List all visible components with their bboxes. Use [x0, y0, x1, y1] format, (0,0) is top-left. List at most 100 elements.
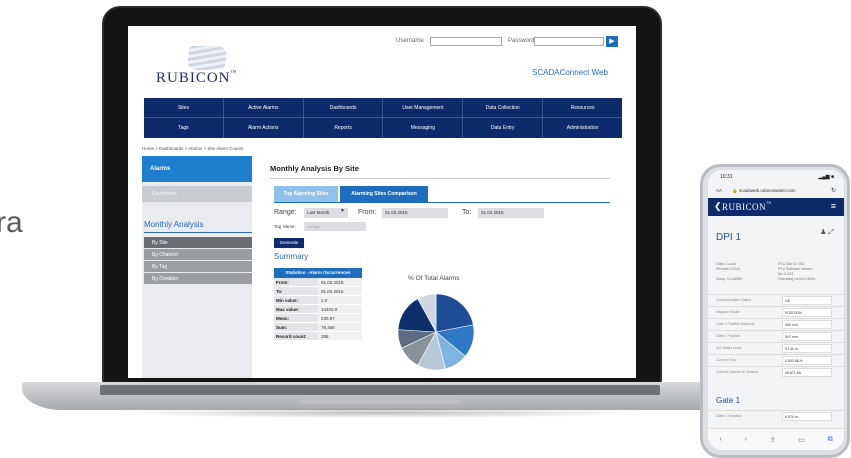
nav-item-dashboards[interactable]: Dashboards — [304, 98, 384, 117]
table-row: Sum: 78,465 — [274, 323, 362, 332]
table-row: Mean: 236.97 — [274, 314, 362, 323]
row-label: Communication Status — [716, 298, 752, 302]
user-expand-icon[interactable]: ♟ ⤢ — [820, 228, 834, 237]
gate-elevation-row: Gate 1 Elevation 8.574 m — [708, 410, 844, 422]
url-text[interactable]: 🔒 scadaweb.rubiconwater.com — [732, 188, 796, 194]
tab-top-alarming-sites[interactable]: Top Alarming Sites — [274, 186, 338, 202]
nav-item-administration[interactable]: Administration — [543, 118, 622, 138]
tab-underline — [274, 202, 610, 203]
sidebar-item-by-site[interactable]: By Site — [144, 237, 252, 248]
summary-heading: Summary — [274, 252, 309, 261]
phone-header: ❮ RUBICON™ ≡ — [708, 198, 844, 216]
sidebar-dashboard[interactable]: Dashboard — [142, 186, 252, 202]
row-value: OK — [782, 296, 832, 305]
range-label: Range: — [274, 209, 297, 216]
range-select[interactable]: Last Month ▼ — [304, 208, 348, 218]
sidebar-alarms[interactable]: Alarms — [142, 156, 252, 182]
list-item: Communication Status OK — [708, 294, 844, 306]
username-input[interactable] — [430, 37, 502, 46]
alarm-pie-chart — [397, 293, 475, 371]
back-icon[interactable]: ‹ — [719, 436, 721, 443]
from-date-input[interactable]: 01.03.2016 — [382, 208, 448, 218]
stat-label: Min value: — [274, 296, 318, 304]
nav-item-data-collection[interactable]: Data Collection — [463, 98, 544, 117]
row-label: Current Flow — [716, 358, 737, 362]
row-label: Gate 1 Position Setpoint — [716, 322, 754, 326]
table-row: From: 01.03.2016 — [274, 278, 362, 287]
phone-screen: 10:31 ▂▄▆ ■ AA 🔒 scadaweb.rubiconwater.c… — [708, 170, 844, 450]
stat-value: 01.03.2016 — [318, 278, 362, 286]
nav-row-1: Sites Active Alarms Dashboards User Managem… — [144, 98, 622, 118]
login-go-button[interactable]: ▶ — [606, 36, 618, 47]
main-panel: Monthly Analysis By Site Top Alarming Si… — [260, 160, 622, 378]
share-icon[interactable]: ⇪ — [770, 436, 776, 444]
table-row: To: 01.04.2016 — [274, 287, 362, 296]
row-value[interactable]: POSITION — [782, 308, 832, 317]
info-line: Setup: N: AUMM — [716, 277, 743, 281]
tab-alarming-sites-comparison[interactable]: Alarming Sites Comparison — [340, 186, 428, 202]
nav-item-sites[interactable]: Sites — [144, 98, 224, 117]
sidebar-section-title: Monthly Analysis — [144, 220, 204, 229]
tag-row: Tag Name: All tags — [274, 222, 366, 231]
bookmarks-icon[interactable]: ▭ — [798, 436, 805, 444]
reload-icon[interactable]: ↻ — [831, 187, 836, 194]
nav-item-reports[interactable]: Reports — [304, 118, 384, 138]
nav-item-resources[interactable]: Resources — [543, 98, 622, 117]
list-item: U/S Water Level 9.124 m — [708, 342, 844, 354]
hamburger-menu-icon[interactable]: ≡ — [831, 201, 836, 211]
username-label: Username — [396, 38, 424, 44]
row-value[interactable]: 560 mm — [782, 320, 832, 329]
phone-logo-tm: ™ — [766, 202, 772, 207]
phone-url-bar[interactable]: AA 🔒 scadaweb.rubiconwater.com ↻ — [708, 184, 844, 198]
list-item: Current Volume for Season 45.671 ML — [708, 366, 844, 378]
signal-icon: ▂▄▆ ■ — [818, 174, 834, 180]
gate-elevation-value: 8.574 m — [782, 412, 832, 421]
info-line: Operating Level:0.000m — [778, 277, 816, 281]
laptop-keyboard — [100, 385, 660, 395]
breadcrumb[interactable]: Home > Dashboards > Alarms > Site Alarm … — [142, 146, 243, 151]
row-label: U/S Water Level — [716, 346, 742, 350]
stage: ra Username Password ▶ RUBICON™ SCADACon… — [0, 0, 851, 458]
stat-value: 78,465 — [318, 323, 362, 331]
stat-label: To: — [274, 287, 318, 295]
phone-value-list: Communication Status OK Irrigation Mode POS… — [708, 294, 844, 378]
statistics-header: Statistics - Alarm Occurrences — [274, 268, 362, 278]
nav-item-user-management[interactable]: User Management — [383, 98, 464, 117]
phone-page-title: DPI 1 — [716, 232, 742, 243]
row-value: 547 mm — [782, 332, 832, 341]
table-row: Max value: 14403.0 — [274, 305, 362, 314]
tag-name-input[interactable]: All tags — [304, 222, 366, 231]
phone-time: 10:31 — [720, 174, 733, 180]
sidebar-item-by-channel[interactable]: By Channel — [144, 249, 252, 260]
table-row: Min value: 1.0 — [274, 296, 362, 305]
page-title: Monthly Analysis By Site — [270, 164, 359, 173]
row-value: 45.671 ML — [782, 368, 832, 377]
row-label: Irrigation Mode — [716, 310, 740, 314]
laptop-trackpad — [300, 396, 460, 404]
tabs-icon[interactable]: ⧉ — [828, 436, 833, 444]
login-bar: Username Password — [396, 36, 624, 48]
list-item: Current Flow 0.500 ML/h — [708, 354, 844, 366]
text-size-button[interactable]: AA — [716, 188, 722, 193]
generate-button[interactable]: Generate — [274, 238, 304, 248]
scadaconnect-link[interactable]: SCADAConnect Web — [532, 68, 608, 77]
nav-item-tags[interactable]: Tags — [144, 118, 224, 138]
nav-item-messaging[interactable]: Messaging — [383, 118, 464, 138]
forward-icon[interactable]: › — [744, 436, 746, 443]
stat-value: 1.0 — [318, 296, 362, 304]
rubicon-logo[interactable]: RUBICON™ — [156, 70, 237, 87]
row-label: Gate 1 Position — [716, 334, 740, 338]
list-item: Gate 1 Position 547 mm — [708, 330, 844, 342]
stat-value: 01.04.2016 — [318, 287, 362, 295]
gate-elevation-label: Gate 1 Elevation — [716, 414, 742, 418]
nav-item-data-entry[interactable]: Data Entry — [463, 118, 544, 138]
sidebar-item-by-tag[interactable]: By Tag — [144, 261, 252, 272]
sidebar-item-by-duration[interactable]: By Duration — [144, 273, 252, 284]
nav-item-active-alarms[interactable]: Active Alarms — [224, 98, 304, 117]
logo-text: RUBICON — [156, 70, 231, 86]
back-icon[interactable]: ❮ — [714, 201, 722, 212]
password-input[interactable] — [534, 37, 604, 46]
to-date-input[interactable]: 01.04.2016 — [478, 208, 544, 218]
stat-label: From: — [274, 278, 318, 286]
nav-item-alarm-actions[interactable]: Alarm Actions — [224, 118, 304, 138]
